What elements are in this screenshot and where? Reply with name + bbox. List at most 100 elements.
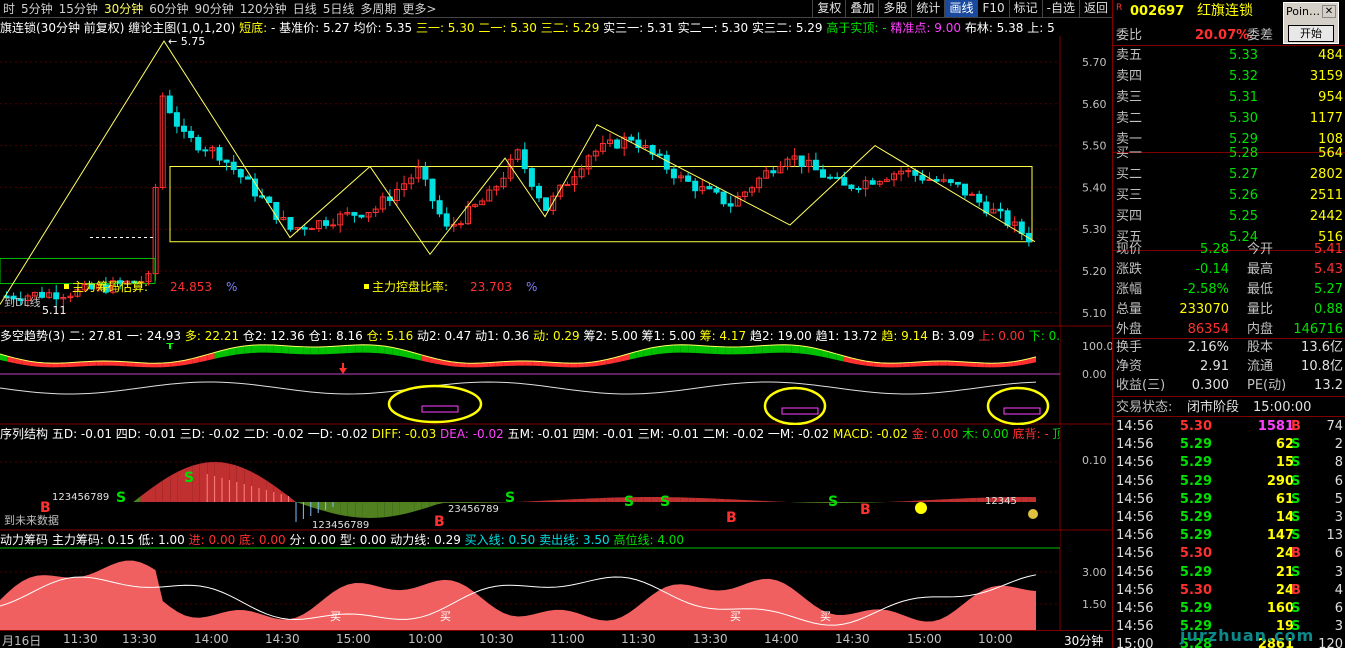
candle-body <box>628 136 635 141</box>
period-tab[interactable]: 日线 <box>290 0 320 17</box>
period-tab[interactable]: 90分钟 <box>192 0 237 17</box>
trend-ribbon-segment <box>569 363 578 368</box>
time-label: 14:00 <box>194 632 229 646</box>
period-tab[interactable]: 5日线 <box>320 0 358 17</box>
start-button[interactable]: 开始 <box>1288 25 1334 42</box>
tick-count: 3 <box>1334 619 1343 635</box>
candle-body <box>713 188 720 193</box>
macd-area <box>814 502 822 503</box>
macd-area <box>555 499 563 502</box>
sell-signal-letter: S <box>828 494 838 510</box>
trend-ribbon-segment <box>673 344 681 353</box>
ask-volume: 1177 <box>1309 111 1343 126</box>
time-label: 14:00 <box>764 632 799 646</box>
chip-ctrl-value: 23.703 <box>470 280 512 294</box>
tick-count: 13 <box>1326 528 1343 544</box>
macd-area <box>592 498 600 502</box>
chart-indicator-name[interactable]: 缠论主图(1,0,1,20) <box>128 21 235 35</box>
trend-ribbon-segment <box>266 344 274 353</box>
sell-signal-letter: S <box>660 494 670 510</box>
trend-indicator-info-title[interactable]: 多空趋势(3) <box>0 329 69 343</box>
macd-area <box>1028 497 1036 502</box>
candle-body <box>720 191 727 205</box>
time-label: 11:30 <box>621 632 656 646</box>
stat-label-2: 内盘 <box>1247 322 1274 337</box>
period-tab[interactable]: 5分钟 <box>18 0 56 17</box>
candle-body <box>528 168 535 187</box>
period-tab[interactable]: 更多> <box>399 0 439 17</box>
tick-count: 4 <box>1334 582 1343 598</box>
close-icon[interactable]: ✕ <box>1322 5 1336 18</box>
sequence-indicator-info-value: 顶背 <box>1052 427 1060 441</box>
stock-period-label[interactable]: 旗连锁(30分钟 前复权) <box>0 21 124 35</box>
tick-row: 14:56 5.29 14 S 3 <box>1113 509 1345 527</box>
period-tab[interactable]: 多周期 <box>357 0 399 17</box>
chip-indicator-info-title[interactable]: 动力筹码 <box>0 533 52 547</box>
trend-indicator-info-value: 动2: 0.47 <box>417 329 476 343</box>
tool-tab[interactable]: 标记 <box>1008 0 1042 17</box>
stat-value: -2.58% <box>1183 282 1229 297</box>
period-tab[interactable]: 时 <box>0 0 18 17</box>
macd-area <box>407 502 415 514</box>
tick-time: 14:56 <box>1116 601 1154 616</box>
macd-area <box>932 499 940 502</box>
tool-tab[interactable]: F10 <box>977 0 1008 17</box>
candle-body <box>905 170 912 173</box>
macd-area <box>540 500 548 502</box>
candle-body <box>543 197 550 211</box>
candle-body <box>195 136 202 151</box>
tick-time: 14:56 <box>1116 528 1154 544</box>
period-tab[interactable]: 30分钟 <box>101 0 146 17</box>
stat-label-2: 量比 <box>1247 302 1274 317</box>
candle-body <box>564 184 571 187</box>
stat2-value: 2.91 <box>1200 359 1229 374</box>
tick-count: 6 <box>1334 601 1343 616</box>
tool-tab[interactable]: 统计 <box>911 0 944 17</box>
status-value: 闭市阶段 <box>1187 400 1240 415</box>
tick-direction: S <box>1291 455 1301 471</box>
time-label: 10:00 <box>978 632 1013 646</box>
sequence-indicator-info-title[interactable]: 序列结构 <box>0 427 52 441</box>
tick-time: 14:56 <box>1116 437 1154 453</box>
period-tab[interactable]: 15分钟 <box>56 0 101 17</box>
trend-ribbon-segment <box>991 363 999 368</box>
stock-code: 002697 <box>1130 4 1185 19</box>
stat2-value-2: 13.6亿 <box>1301 340 1343 355</box>
tick-price: 5.29 <box>1179 528 1212 544</box>
pivot-zone-box <box>169 166 1033 243</box>
tool-tab[interactable]: 多股 <box>878 0 911 17</box>
candle-body <box>237 169 244 178</box>
candle-body <box>422 166 429 180</box>
sequence-indicator-info-value: DIFF: -0.03 <box>371 427 441 441</box>
period-tab[interactable]: 60分钟 <box>146 0 191 17</box>
tick-row: 14:56 5.29 290 S 6 <box>1113 473 1345 491</box>
candle-body <box>429 178 436 202</box>
tool-tab[interactable]: 返回 <box>1078 0 1112 17</box>
candle-body <box>919 174 926 181</box>
macd-area <box>155 480 163 502</box>
trend-indicator-info-value: 动: 0.29 <box>533 329 584 343</box>
period-tab[interactable]: 120分钟 <box>237 0 290 17</box>
tool-tab[interactable]: 画线 <box>944 0 978 17</box>
macd-area <box>162 475 171 502</box>
trend-ribbon-segment <box>148 363 156 368</box>
macd-area <box>569 499 578 502</box>
stock-name[interactable]: 红旗连锁 <box>1197 2 1253 21</box>
chip-indicator-info: 动力筹码 主力筹码: 0.15 低: 1.00 进: 0.00 底: 0.00 … <box>0 531 1060 547</box>
tick-time: 14:56 <box>1116 564 1154 580</box>
tool-tab[interactable]: -自选 <box>1041 0 1079 17</box>
trend-ribbon-segment <box>340 345 348 354</box>
tool-tab[interactable]: 叠加 <box>845 0 878 17</box>
tick-volume: 147 <box>1266 528 1294 544</box>
period-indicator[interactable]: 30分钟 <box>1064 632 1103 648</box>
tick-volume: 290 <box>1266 473 1294 489</box>
macd-area <box>333 502 341 515</box>
bid-row: 买四 5.25 2442 <box>1113 207 1345 226</box>
stat-label: 涨幅 <box>1116 282 1143 297</box>
macd-area <box>236 465 245 502</box>
stat2-value-2: 13.2 <box>1314 378 1343 393</box>
tick-direction: S <box>1291 437 1301 453</box>
stock-terminal: 时 5分钟 15分钟 30分钟 60分钟 90分钟 120分钟 日线 5日线 多周期 更多> 复权叠… <box>0 0 1345 648</box>
tick-row: 14:56 5.29 62 S 2 <box>1113 436 1345 454</box>
tool-tab[interactable]: 复权 <box>812 0 845 17</box>
